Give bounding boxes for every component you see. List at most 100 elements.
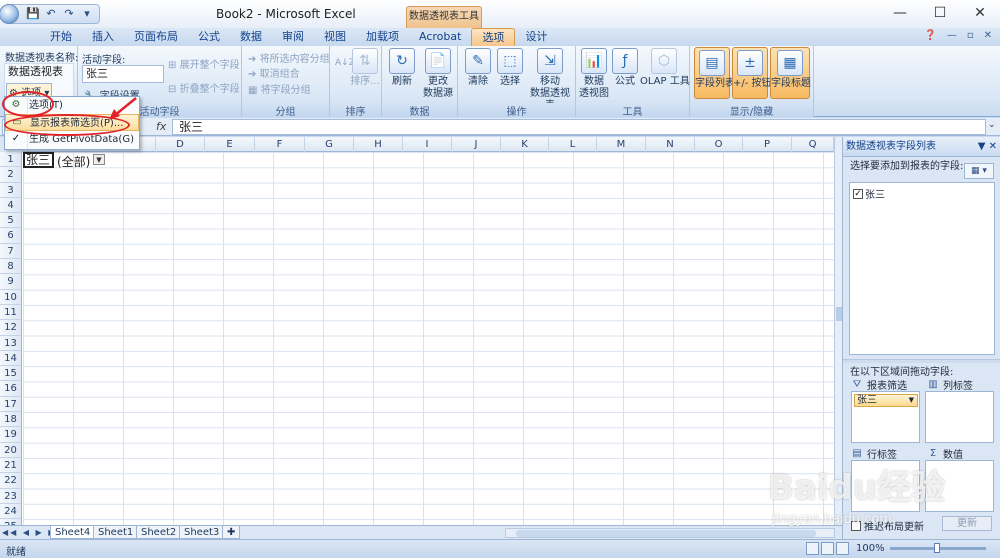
office-button[interactable] xyxy=(0,4,19,24)
tab-design[interactable]: 设计 xyxy=(515,28,557,46)
row-header[interactable]: 9 xyxy=(0,274,21,290)
group-field-button[interactable]: ▦ 将字段分组 xyxy=(248,81,311,96)
row-header[interactable]: 1 xyxy=(0,152,21,168)
chevron-down-icon[interactable]: ▼ xyxy=(909,395,914,406)
col-header-e[interactable]: E xyxy=(205,137,255,152)
col-header-o[interactable]: O xyxy=(695,137,743,152)
formula-input[interactable]: 张三 xyxy=(172,119,986,135)
customize-qat-icon[interactable]: ▾ xyxy=(79,6,95,22)
col-header-m[interactable]: M xyxy=(597,137,646,152)
expand-formula-icon[interactable]: ⌄ xyxy=(988,120,998,134)
panel-menu-icon[interactable]: ▼ xyxy=(978,141,986,152)
row-labels-zone[interactable] xyxy=(851,460,920,512)
sheet-tab-sheet3[interactable]: Sheet3 xyxy=(179,526,225,539)
row-header[interactable]: 18 xyxy=(0,412,21,428)
minimize-button[interactable]: — xyxy=(880,0,920,26)
row-header[interactable]: 17 xyxy=(0,397,21,413)
field-checkbox[interactable]: ✓ xyxy=(853,188,863,199)
normal-view-icon[interactable] xyxy=(806,542,819,555)
field-item[interactable]: ✓ 张三 xyxy=(853,186,885,201)
undo-icon[interactable]: ↶ xyxy=(43,6,59,22)
redo-icon[interactable]: ↷ xyxy=(61,6,77,22)
row-header[interactable]: 19 xyxy=(0,427,21,443)
row-header[interactable]: 4 xyxy=(0,198,21,214)
filter-field-chip[interactable]: 张三 ▼ xyxy=(854,394,918,407)
tab-data[interactable]: 数据 xyxy=(230,28,272,46)
col-header-i[interactable]: I xyxy=(403,137,452,152)
col-header-h[interactable]: H xyxy=(354,137,403,152)
sheet-tab-sheet1[interactable]: Sheet1 xyxy=(93,526,139,539)
update-button[interactable]: 更新 xyxy=(942,516,992,531)
col-header-g[interactable]: G xyxy=(305,137,354,152)
change-source-button[interactable]: 📄 更改 数据源 xyxy=(420,46,456,100)
col-header-k[interactable]: K xyxy=(501,137,549,152)
row-header[interactable]: 11 xyxy=(0,305,21,321)
row-header[interactable]: 16 xyxy=(0,381,21,397)
page-layout-view-icon[interactable] xyxy=(821,542,834,555)
group-selection-button[interactable]: ➔ 将所选内容分组 xyxy=(248,50,330,65)
row-header[interactable]: 12 xyxy=(0,320,21,336)
row-header[interactable]: 13 xyxy=(0,336,21,351)
select-button[interactable]: ⬚ 选择 xyxy=(494,46,526,88)
tab-addins[interactable]: 加载项 xyxy=(356,28,409,46)
row-header[interactable]: 22 xyxy=(0,473,21,489)
sort-button[interactable]: ⇅ 排序... xyxy=(350,46,380,88)
horizontal-scrollbar[interactable] xyxy=(505,528,835,538)
cell-area[interactable] xyxy=(23,152,834,525)
row-header[interactable]: 24 xyxy=(0,504,21,520)
tab-insert[interactable]: 插入 xyxy=(82,28,124,46)
row-header[interactable]: 6 xyxy=(0,228,21,244)
cell-b1[interactable]: (全部) xyxy=(57,153,90,170)
ribbon-close-icon[interactable]: ✕ xyxy=(984,30,992,41)
col-header-j[interactable]: J xyxy=(452,137,501,152)
tab-view[interactable]: 视图 xyxy=(314,28,356,46)
tab-formulas[interactable]: 公式 xyxy=(188,28,230,46)
ungroup-button[interactable]: ➔ 取消组合 xyxy=(248,65,300,80)
fx-icon[interactable]: fx xyxy=(156,120,166,133)
row-header[interactable]: 20 xyxy=(0,443,21,458)
row-header[interactable]: 21 xyxy=(0,458,21,474)
maximize-button[interactable]: ☐ xyxy=(920,0,960,26)
page-break-view-icon[interactable] xyxy=(836,542,849,555)
plus-minus-button[interactable]: ± +/- 按钮 xyxy=(732,47,772,99)
tab-page-layout[interactable]: 页面布局 xyxy=(124,28,188,46)
collapse-field-button[interactable]: ⊟ 折叠整个字段 xyxy=(168,80,240,95)
row-header[interactable]: 8 xyxy=(0,259,21,275)
col-header-q[interactable]: Q xyxy=(792,137,834,152)
row-header[interactable]: 10 xyxy=(0,290,21,305)
report-filter-zone[interactable]: 张三 ▼ xyxy=(851,391,920,443)
sheet-tab-sheet4[interactable]: Sheet4 xyxy=(50,526,96,539)
tab-acrobat[interactable]: Acrobat xyxy=(409,28,471,46)
col-header-p[interactable]: P xyxy=(743,137,792,152)
worksheet-grid[interactable]: A B C D E F G H I J K L M N O P Q 1 2 3 … xyxy=(0,137,834,525)
expand-field-button[interactable]: ⊞ 展开整个字段 xyxy=(168,56,240,71)
refresh-button[interactable]: ↻ 刷新 xyxy=(386,46,418,88)
scroll-thumb[interactable] xyxy=(516,530,816,537)
save-icon[interactable]: 💾 xyxy=(25,6,41,22)
col-header-f[interactable]: F xyxy=(255,137,305,152)
layout-options-button[interactable]: ▦ ▾ xyxy=(964,163,994,179)
olap-tools-button[interactable]: ⬡ OLAP 工具 xyxy=(640,46,690,88)
row-header[interactable]: 7 xyxy=(0,244,21,260)
row-header[interactable]: 23 xyxy=(0,489,21,504)
ribbon-minimize-icon[interactable]: — xyxy=(947,30,957,41)
sheet-tab-sheet2[interactable]: Sheet2 xyxy=(136,526,182,539)
defer-update-checkbox[interactable] xyxy=(851,520,861,531)
col-header-n[interactable]: N xyxy=(646,137,695,152)
clear-button[interactable]: ✎ 清除 xyxy=(462,46,494,88)
ribbon-restore-icon[interactable]: ▫ xyxy=(967,30,974,41)
column-labels-zone[interactable] xyxy=(925,391,994,443)
cell-a1[interactable]: 张三 xyxy=(23,152,54,168)
tab-home[interactable]: 开始 xyxy=(40,28,82,46)
formulas-button[interactable]: ƒ 公式 xyxy=(610,46,640,88)
row-header[interactable]: 15 xyxy=(0,366,21,382)
row-header[interactable]: 2 xyxy=(0,167,21,183)
tab-review[interactable]: 审阅 xyxy=(272,28,314,46)
col-header-d[interactable]: D xyxy=(156,137,205,152)
help-icon[interactable]: ❓ xyxy=(924,30,936,41)
insert-sheet-icon[interactable]: ✚ xyxy=(222,526,241,539)
row-header[interactable]: 3 xyxy=(0,183,21,198)
zoom-slider-knob[interactable] xyxy=(934,543,940,553)
row-header[interactable]: 14 xyxy=(0,351,21,367)
active-field-input[interactable]: 张三 xyxy=(82,65,164,83)
